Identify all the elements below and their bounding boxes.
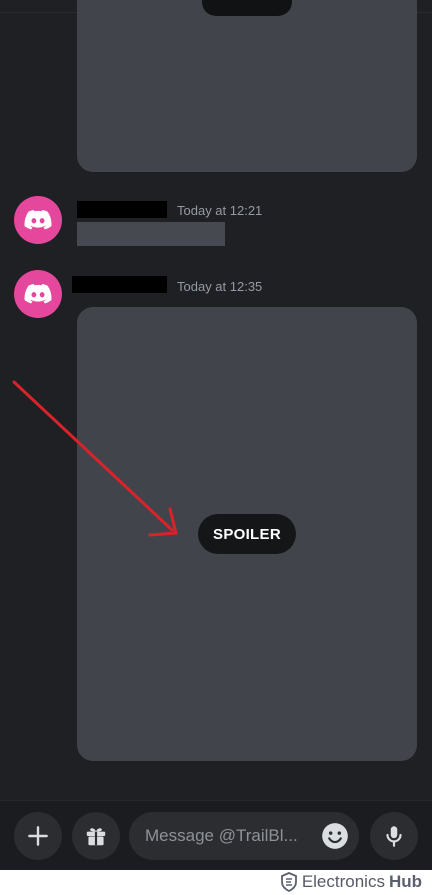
- watermark-bar: Electronics Hub: [0, 870, 432, 895]
- previous-attachment[interactable]: [77, 0, 417, 172]
- add-attachment-button[interactable]: [14, 812, 62, 860]
- discord-logo-icon: [24, 210, 52, 230]
- watermark: Electronics Hub: [280, 872, 422, 892]
- gift-icon: [86, 828, 106, 846]
- electronics-hub-logo-icon: [280, 872, 297, 892]
- username-redacted[interactable]: [72, 276, 167, 293]
- spoiler-button[interactable]: SPOILER: [198, 514, 296, 554]
- message-text-redacted: [77, 222, 225, 246]
- discord-logo-icon: [24, 284, 52, 304]
- username-redacted[interactable]: [77, 201, 167, 218]
- voice-message-button[interactable]: [370, 812, 418, 860]
- message-timestamp: Today at 12:21: [177, 203, 263, 218]
- message-composer: Message @TrailBl...: [0, 800, 432, 871]
- plus-icon: [28, 826, 48, 846]
- gift-button[interactable]: [72, 812, 120, 860]
- message-input-placeholder: Message @TrailBl...: [145, 826, 298, 845]
- avatar[interactable]: [14, 270, 62, 318]
- avatar[interactable]: [14, 196, 62, 244]
- message-input[interactable]: Message @TrailBl...: [129, 812, 359, 860]
- previous-spoiler-pill[interactable]: [202, 0, 292, 16]
- watermark-name-strong: Hub: [388, 872, 422, 891]
- watermark-name: Electronics: [301, 872, 385, 891]
- microphone-icon: [386, 826, 402, 847]
- smiley-icon[interactable]: [321, 822, 349, 850]
- chat-area: Today at 12:21 Today at 12:35 SPOILER: [0, 0, 432, 800]
- message-timestamp: Today at 12:35: [177, 279, 263, 294]
